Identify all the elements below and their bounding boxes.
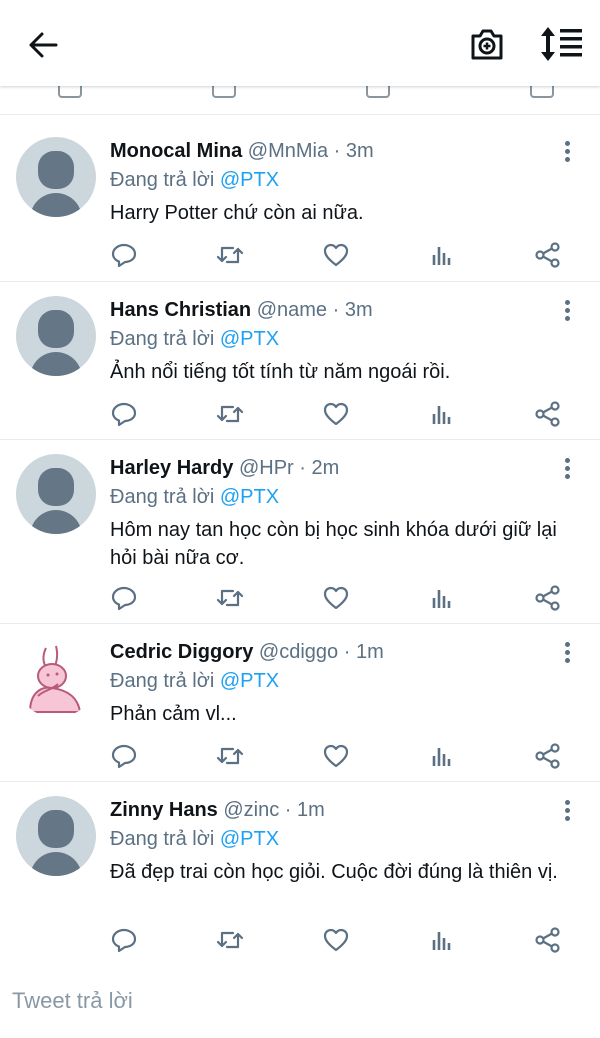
analytics-icon[interactable] — [428, 926, 456, 954]
separator-dot: · — [333, 140, 341, 162]
tweet-text: Harry Potter chứ còn ai nữa. — [110, 202, 364, 224]
more-icon[interactable] — [560, 458, 574, 482]
share-icon[interactable] — [534, 400, 562, 428]
tweet-text: Ảnh nổi tiếng tốt tính từ năm ngoái rồi. — [110, 361, 451, 383]
tweet-actions — [110, 584, 580, 614]
tweet[interactable]: Hans Christian @name · 3m Đang trả lời @… — [0, 282, 600, 440]
mention-link[interactable]: @PTX — [220, 169, 279, 191]
back-arrow-icon[interactable] — [26, 28, 60, 62]
analytics-icon[interactable] — [428, 241, 456, 269]
previous-tweet-actions — [0, 86, 600, 115]
timestamp[interactable]: 2m — [312, 457, 340, 479]
author-handle[interactable]: @cdiggo — [259, 641, 338, 663]
more-icon[interactable] — [560, 141, 574, 165]
replying-to: Đang trả lời @PTX — [110, 668, 570, 694]
author-name[interactable]: Zinny Hans — [110, 799, 218, 821]
avatar[interactable] — [16, 638, 96, 718]
reply-icon[interactable] — [110, 241, 138, 269]
retweet-icon[interactable] — [216, 400, 244, 428]
timestamp[interactable]: 3m — [345, 299, 373, 321]
tweet[interactable]: Harley Hardy @HPr · 2m Đang trả lời @PTX… — [0, 440, 600, 624]
replying-to: Đang trả lời @PTX — [110, 167, 570, 193]
author-name[interactable]: Monocal Mina — [110, 140, 242, 162]
analytics-icon[interactable] — [428, 400, 456, 428]
avatar[interactable] — [16, 137, 96, 217]
separator-dot: · — [343, 641, 351, 663]
mention-link[interactable]: @PTX — [220, 670, 279, 692]
author-handle[interactable]: @name — [257, 299, 327, 321]
author-name[interactable]: Hans Christian — [110, 299, 251, 321]
author-handle[interactable]: @HPr — [239, 457, 294, 479]
retweet-icon[interactable] — [216, 742, 244, 770]
share-icon[interactable] — [534, 742, 562, 770]
more-icon[interactable] — [560, 642, 574, 666]
like-icon[interactable] — [322, 742, 350, 770]
retweet-icon[interactable] — [216, 241, 244, 269]
tweet-text: Phản cảm vl... — [110, 703, 237, 725]
mention-link[interactable]: @PTX — [220, 486, 279, 508]
like-icon[interactable] — [322, 584, 350, 612]
share-icon[interactable] — [534, 926, 562, 954]
separator-dot: · — [299, 457, 306, 479]
author-name[interactable]: Harley Hardy — [110, 457, 233, 479]
author-handle[interactable]: @MnMia — [248, 140, 328, 162]
replying-label: Đang trả lời — [110, 486, 215, 508]
camera-icon[interactable] — [468, 25, 506, 63]
timestamp[interactable]: 1m — [356, 641, 384, 663]
share-icon[interactable] — [534, 241, 562, 269]
more-icon[interactable] — [560, 800, 574, 824]
avatar[interactable] — [16, 796, 96, 876]
timestamp[interactable]: 1m — [297, 799, 325, 821]
tweet-actions — [110, 742, 580, 772]
retweet-icon[interactable] — [216, 584, 244, 612]
like-icon[interactable] — [322, 241, 350, 269]
top-bar — [0, 0, 600, 86]
avatar[interactable] — [16, 454, 96, 534]
more-icon[interactable] — [560, 300, 574, 324]
reply-icon[interactable] — [110, 926, 138, 954]
replying-label: Đang trả lời — [110, 169, 215, 191]
author-name[interactable]: Cedric Diggory — [110, 641, 253, 663]
tweet-text: Đã đẹp trai còn học giỏi. Cuộc đời đúng … — [110, 861, 558, 883]
tweet[interactable]: Zinny Hans @zinc · 1m Đang trả lời @PTX … — [0, 782, 600, 966]
tweet-text: Hôm nay tan học còn bị học sinh khóa dướ… — [110, 519, 557, 569]
replying-to: Đang trả lời @PTX — [110, 484, 570, 510]
replying-label: Đang trả lời — [110, 328, 215, 350]
share-icon[interactable] — [534, 584, 562, 612]
reply-icon[interactable] — [110, 584, 138, 612]
tweet[interactable]: Monocal Mina @MnMia · 3m Đang trả lời @P… — [0, 115, 600, 282]
replying-to: Đang trả lời @PTX — [110, 826, 570, 852]
separator-dot: · — [284, 799, 292, 821]
tweet-actions — [110, 400, 580, 430]
mention-link[interactable]: @PTX — [220, 328, 279, 350]
timestamp[interactable]: 3m — [346, 140, 374, 162]
like-icon[interactable] — [322, 926, 350, 954]
reply-icon[interactable] — [110, 742, 138, 770]
analytics-icon[interactable] — [428, 584, 456, 612]
retweet-icon[interactable] — [216, 926, 244, 954]
mention-link[interactable]: @PTX — [220, 828, 279, 850]
replying-label: Đang trả lời — [110, 670, 215, 692]
replying-to: Đang trả lời @PTX — [110, 326, 570, 352]
sort-icon[interactable] — [540, 25, 584, 63]
reply-feed: Monocal Mina @MnMia · 3m Đang trả lời @P… — [0, 115, 600, 966]
tweet-actions — [110, 926, 580, 956]
analytics-icon[interactable] — [428, 742, 456, 770]
avatar[interactable] — [16, 296, 96, 376]
separator-dot: · — [332, 299, 340, 321]
rabbit-avatar-icon — [28, 645, 82, 713]
reply-composer[interactable]: Tweet trả lời — [0, 964, 600, 1038]
tweet[interactable]: Cedric Diggory @cdiggo · 1m Đang trả lời… — [0, 624, 600, 782]
author-handle[interactable]: @zinc — [223, 799, 279, 821]
reply-input-placeholder[interactable]: Tweet trả lời — [12, 988, 133, 1014]
reply-icon[interactable] — [110, 400, 138, 428]
tweet-actions — [110, 241, 580, 271]
replying-label: Đang trả lời — [110, 828, 215, 850]
like-icon[interactable] — [322, 400, 350, 428]
